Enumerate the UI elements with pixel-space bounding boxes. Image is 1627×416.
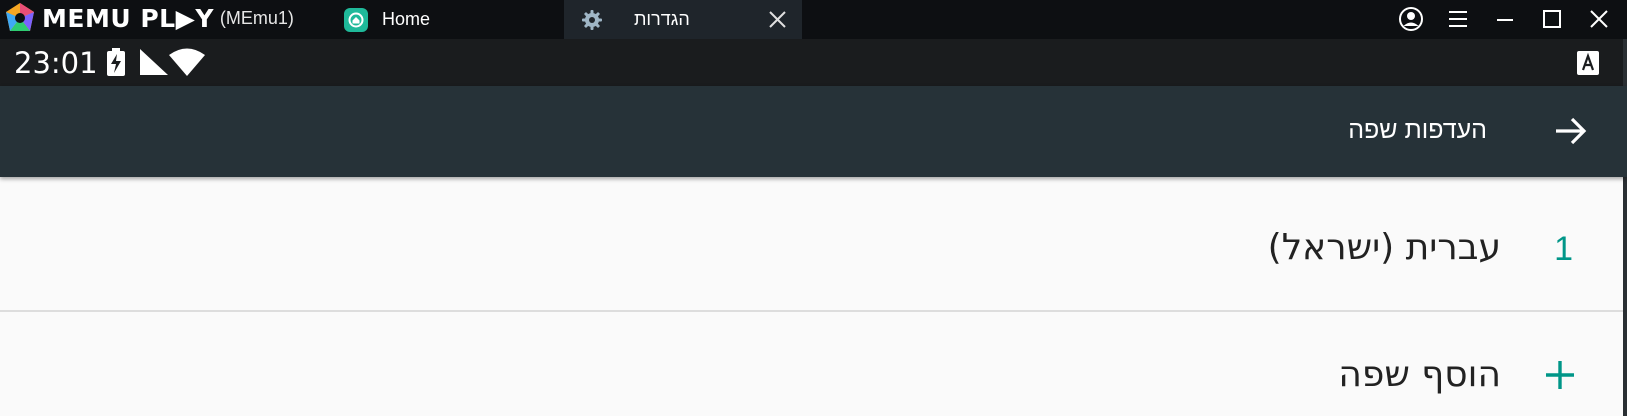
account-icon[interactable] [1396, 4, 1426, 34]
minimize-icon[interactable] [1490, 4, 1520, 34]
memu-brand: MEMU PL▶Y (MEmu1) [4, 2, 294, 34]
arrow-back-icon[interactable] [1551, 112, 1589, 150]
page-title: העדפות שפה [1348, 116, 1487, 144]
app-toolbar: העדפות שפה [0, 86, 1627, 177]
gear-icon [580, 8, 604, 32]
home-icon [344, 7, 368, 32]
tab-close-icon[interactable] [767, 9, 788, 30]
menu-icon[interactable] [1443, 4, 1473, 34]
status-clock: 23:01 [14, 46, 98, 80]
language-index: 1 [1554, 230, 1573, 268]
add-language-label: הוסף שפה [1338, 354, 1501, 395]
add-language-item[interactable]: הוסף שפה [0, 314, 1627, 416]
instance-name: (MEmu1) [219, 7, 294, 28]
language-name: עברית (ישראל) [1267, 227, 1501, 268]
android-status-bar: 23:01 [0, 39, 1627, 86]
language-list-item[interactable]: עברית (ישראל) 1 [0, 177, 1627, 312]
memu-logo-icon [6, 3, 34, 31]
tab-settings-label: הגדרות [634, 9, 690, 29]
emulator-titlebar: MEMU PL▶Y (MEmu1) Home הגדרות [0, 0, 1627, 39]
cellular-signal-icon [140, 49, 168, 75]
memu-wordmark: MEMU PL▶Y [42, 3, 214, 33]
keyboard-a-icon [1577, 51, 1599, 75]
maximize-icon[interactable] [1537, 4, 1567, 34]
wifi-icon [169, 48, 205, 76]
tab-home-label: Home [382, 9, 431, 29]
battery-charging-icon [107, 48, 125, 76]
tab-home[interactable]: Home [342, 0, 562, 39]
close-icon[interactable] [1584, 4, 1614, 34]
tab-settings[interactable]: הגדרות [564, 0, 802, 39]
plus-icon [1546, 361, 1574, 389]
